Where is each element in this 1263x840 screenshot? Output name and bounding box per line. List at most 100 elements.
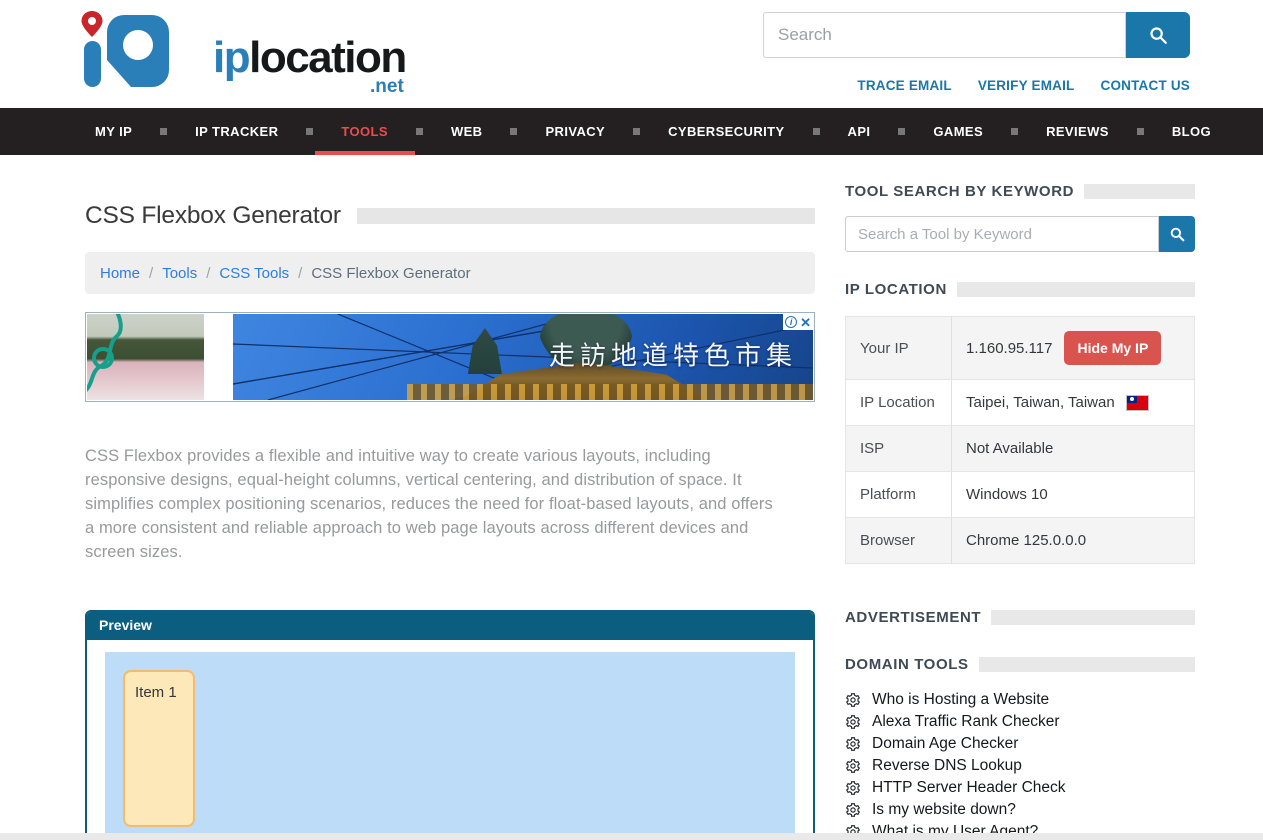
domain-tool-link[interactable]: Is my website down? xyxy=(872,801,1016,819)
gear-icon xyxy=(845,692,861,708)
nav-separator xyxy=(898,128,905,135)
taiwan-flag-icon xyxy=(1127,396,1148,410)
nav-item-tools[interactable]: TOOLS xyxy=(331,108,398,155)
nav-separator xyxy=(813,128,820,135)
gear-icon xyxy=(845,736,861,752)
page-title: CSS Flexbox Generator xyxy=(85,202,341,230)
browser-value: Chrome 125.0.0.0 xyxy=(952,518,1195,564)
domain-tools-heading-text: DOMAIN TOOLS xyxy=(845,656,969,673)
breadcrumb-css-tools[interactable]: CSS Tools xyxy=(219,265,289,282)
nav-separator xyxy=(306,128,313,135)
nav-separator xyxy=(160,128,167,135)
title-decoration-bar xyxy=(357,208,815,224)
logo-glyph-icon xyxy=(75,8,207,90)
tool-description: CSS Flexbox provides a flexible and intu… xyxy=(85,444,785,564)
main-nav: MY IP IP TRACKER TOOLS WEB PRIVACY CYBER… xyxy=(0,108,1263,155)
ad-photo-landscape xyxy=(87,314,204,400)
title-row: CSS Flexbox Generator xyxy=(85,202,815,230)
sidebar: TOOL SEARCH BY KEYWORD IP LOCATION xyxy=(845,155,1195,840)
nav-separator xyxy=(416,128,423,135)
preview-panel-header: Preview xyxy=(87,612,813,640)
domain-tool-link[interactable]: Domain Age Checker xyxy=(872,735,1018,753)
nav-item-reviews[interactable]: REVIEWS xyxy=(1036,108,1119,155)
nav-separator xyxy=(1011,128,1018,135)
ip-row-label: Your IP xyxy=(846,317,952,380)
nav-item-games[interactable]: GAMES xyxy=(923,108,993,155)
breadcrumb-current: CSS Flexbox Generator xyxy=(311,265,470,282)
heading-decoration-bar xyxy=(1084,184,1195,199)
nav-separator xyxy=(1137,128,1144,135)
gear-icon xyxy=(845,758,861,774)
site-search-input[interactable] xyxy=(763,12,1126,58)
tool-search-heading: TOOL SEARCH BY KEYWORD xyxy=(845,183,1195,200)
breadcrumb-home[interactable]: Home xyxy=(100,265,140,282)
your-ip-value: 1.160.95.117 xyxy=(966,340,1052,357)
domain-tools-heading: DOMAIN TOOLS xyxy=(845,656,1195,673)
search-icon xyxy=(1147,24,1169,46)
domain-tool-link[interactable]: HTTP Server Header Check xyxy=(872,779,1066,797)
ip-location-value: Taipei, Taiwan, Taiwan xyxy=(966,394,1115,411)
header-links: TRACE EMAIL VERIFY EMAIL CONTACT US xyxy=(857,78,1190,93)
flex-preview-container: Item 1 xyxy=(105,652,795,840)
content: CSS Flexbox Generator Home / Tools / CSS… xyxy=(0,155,1263,840)
gear-icon xyxy=(845,714,861,730)
site-search-button[interactable] xyxy=(1126,12,1190,58)
breadcrumb-separator: / xyxy=(206,265,210,282)
ip-row-label: IP Location xyxy=(846,380,952,426)
trace-email-link[interactable]: TRACE EMAIL xyxy=(857,78,951,93)
ad-photo-building: 走訪地道特色市集 i ✕ xyxy=(233,314,813,400)
nav-item-ip-tracker[interactable]: IP TRACKER xyxy=(185,108,288,155)
gear-icon xyxy=(845,802,861,818)
breadcrumb-separator: / xyxy=(149,265,153,282)
nav-item-cybersecurity[interactable]: CYBERSECURITY xyxy=(658,108,794,155)
site-logo[interactable]: iplocation .net xyxy=(75,8,406,90)
breadcrumb-tools[interactable]: Tools xyxy=(162,265,197,282)
isp-value: Not Available xyxy=(952,426,1195,472)
hide-my-ip-button[interactable]: Hide My IP xyxy=(1064,331,1161,365)
table-row: IP Location Taipei, Taiwan, Taiwan xyxy=(846,380,1195,426)
ip-row-label: ISP xyxy=(846,426,952,472)
logo-text-ip: ip xyxy=(213,33,249,82)
tool-search-heading-text: TOOL SEARCH BY KEYWORD xyxy=(845,183,1074,200)
nav-item-web[interactable]: WEB xyxy=(441,108,493,155)
advertisement-heading: ADVERTISEMENT xyxy=(845,609,1195,626)
list-item: Domain Age Checker xyxy=(845,733,1195,755)
ad-headline: 走訪地道特色市集 xyxy=(549,336,797,373)
nav-separator xyxy=(633,128,640,135)
adchoices-info-icon[interactable]: i xyxy=(785,316,797,328)
domain-tool-link[interactable]: Reverse DNS Lookup xyxy=(872,757,1022,775)
tool-search-button[interactable] xyxy=(1159,216,1195,252)
list-item: Reverse DNS Lookup xyxy=(845,755,1195,777)
breadcrumb-separator: / xyxy=(298,265,302,282)
ip-row-value: 1.160.95.117 Hide My IP xyxy=(952,317,1195,380)
logo-text-net: .net xyxy=(370,77,404,96)
ip-row-value: Taipei, Taiwan, Taiwan xyxy=(952,380,1195,426)
list-item: HTTP Server Header Check xyxy=(845,777,1195,799)
flex-preview-item-1[interactable]: Item 1 xyxy=(123,670,195,827)
contact-us-link[interactable]: CONTACT US xyxy=(1101,78,1191,93)
nav-item-privacy[interactable]: PRIVACY xyxy=(535,108,615,155)
nav-item-my-ip[interactable]: MY IP xyxy=(85,108,142,155)
tool-search xyxy=(845,216,1195,252)
heading-decoration-bar xyxy=(979,657,1195,672)
ad-banner[interactable]: 走訪地道特色市集 i ✕ xyxy=(85,312,815,402)
logo-text: iplocation .net xyxy=(213,36,406,80)
table-row: Platform Windows 10 xyxy=(846,472,1195,518)
domain-tool-link[interactable]: Alexa Traffic Rank Checker xyxy=(872,713,1060,731)
advertisement-heading-text: ADVERTISEMENT xyxy=(845,609,981,626)
heading-decoration-bar xyxy=(957,282,1195,297)
preview-panel: Preview Item 1 xyxy=(85,610,815,840)
domain-tool-link[interactable]: Who is Hosting a Website xyxy=(872,691,1049,709)
ad-building-base xyxy=(407,384,813,400)
nav-item-api[interactable]: API xyxy=(838,108,881,155)
tool-search-input[interactable] xyxy=(845,216,1159,252)
breadcrumb: Home / Tools / CSS Tools / CSS Flexbox G… xyxy=(85,252,815,294)
ip-location-table: Your IP 1.160.95.117 Hide My IP IP Locat… xyxy=(845,316,1195,564)
header-right: TRACE EMAIL VERIFY EMAIL CONTACT US xyxy=(763,8,1190,93)
verify-email-link[interactable]: VERIFY EMAIL xyxy=(978,78,1075,93)
logo-text-location: location xyxy=(249,33,406,82)
table-row: Browser Chrome 125.0.0.0 xyxy=(846,518,1195,564)
ad-close-icon[interactable]: ✕ xyxy=(800,316,811,329)
search-icon xyxy=(1168,225,1186,243)
nav-item-blog[interactable]: BLOG xyxy=(1162,108,1221,155)
